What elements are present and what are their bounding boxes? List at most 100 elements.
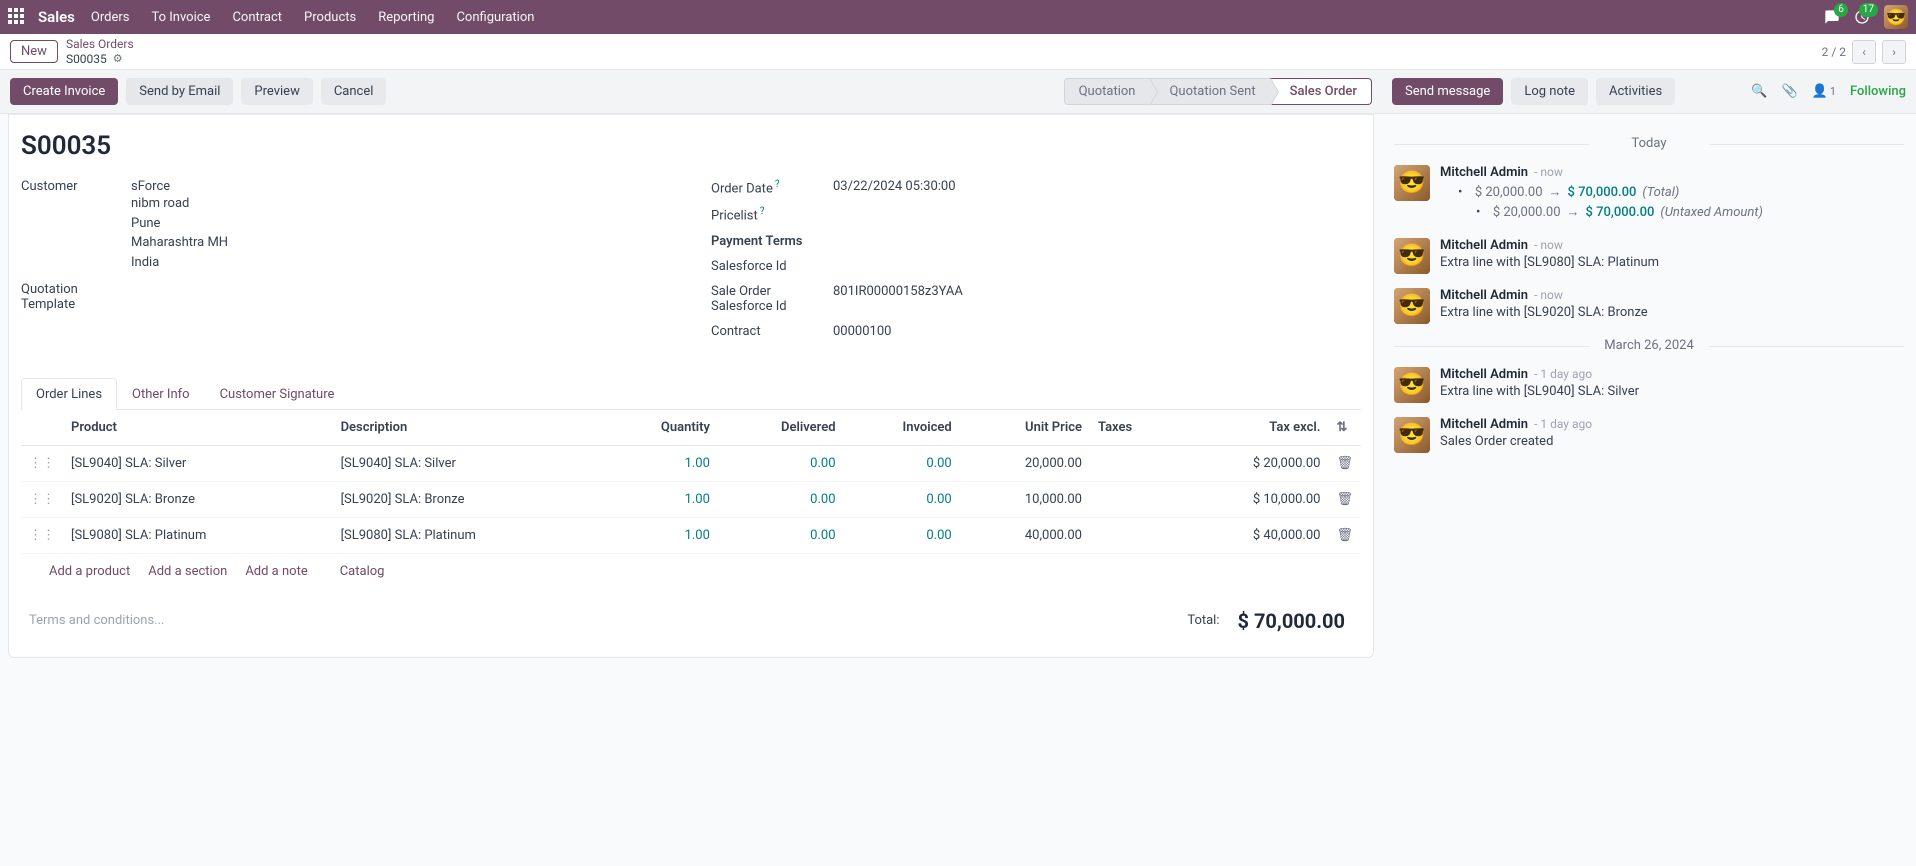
message-avatar[interactable] bbox=[1394, 417, 1430, 453]
table-row[interactable]: ⋮⋮[SL9020] SLA: Bronze[SL9020] SLA: Bron… bbox=[21, 481, 1361, 517]
gear-icon[interactable]: ⚙ bbox=[113, 52, 123, 65]
cell-tax-excl: $ 40,000.00 bbox=[1179, 517, 1328, 553]
message-avatar[interactable] bbox=[1394, 288, 1430, 324]
cell-product[interactable]: [SL9040] SLA: Silver bbox=[63, 445, 333, 481]
status-quotation[interactable]: Quotation bbox=[1064, 78, 1150, 105]
activities-icon[interactable]: 17 bbox=[1854, 9, 1870, 25]
cell-invoiced[interactable]: 0.00 bbox=[844, 517, 960, 553]
salesforce-id-value[interactable] bbox=[833, 259, 1361, 274]
chatter: Today Mitchell Admin- now • $ 20,000.00→… bbox=[1382, 114, 1916, 475]
breadcrumb-parent[interactable]: Sales Orders bbox=[66, 37, 134, 51]
add-note-link[interactable]: Add a note bbox=[245, 564, 307, 579]
status-quotation-sent[interactable]: Quotation Sent bbox=[1149, 78, 1269, 105]
cell-product[interactable]: [SL9020] SLA: Bronze bbox=[63, 481, 333, 517]
cell-delivered[interactable]: 0.00 bbox=[718, 481, 844, 517]
message-author[interactable]: Mitchell Admin bbox=[1440, 417, 1528, 432]
cell-description[interactable]: [SL9040] SLA: Silver bbox=[333, 445, 603, 481]
tab-order-lines[interactable]: Order Lines bbox=[21, 378, 117, 410]
apps-icon[interactable] bbox=[8, 8, 26, 26]
tab-other-info[interactable]: Other Info bbox=[117, 378, 205, 410]
messaging-icon[interactable]: 6 bbox=[1824, 9, 1840, 25]
add-product-link[interactable]: Add a product bbox=[49, 564, 130, 579]
sf-order-label: Sale Order Salesforce Id bbox=[711, 284, 833, 314]
message-author[interactable]: Mitchell Admin bbox=[1440, 238, 1528, 253]
send-message-button[interactable]: Send message bbox=[1392, 78, 1503, 105]
message-author[interactable]: Mitchell Admin bbox=[1440, 288, 1528, 303]
message: Mitchell Admin- now • $ 20,000.00→$ 70,0… bbox=[1394, 165, 1904, 224]
app-brand[interactable]: Sales bbox=[38, 8, 75, 26]
followers-button[interactable]: 👤1 bbox=[1812, 84, 1836, 99]
user-avatar[interactable] bbox=[1884, 5, 1908, 29]
control-panel: New Sales Orders S00035 ⚙ 2 / 2 ‹ › bbox=[0, 34, 1916, 70]
delete-row-icon[interactable]: 🗑 bbox=[1328, 481, 1361, 517]
col-product: Product bbox=[63, 410, 333, 446]
cell-delivered[interactable]: 0.00 bbox=[718, 445, 844, 481]
sf-order-value[interactable]: 801IR00000158z3YAA bbox=[833, 284, 1361, 314]
cell-delivered[interactable]: 0.00 bbox=[718, 517, 844, 553]
status-sales-order[interactable]: Sales Order bbox=[1270, 78, 1372, 105]
activities-button[interactable]: Activities bbox=[1596, 78, 1675, 105]
cell-taxes[interactable] bbox=[1090, 517, 1179, 553]
add-section-link[interactable]: Add a section bbox=[148, 564, 227, 579]
delete-row-icon[interactable]: 🗑 bbox=[1328, 445, 1361, 481]
pricelist-value[interactable] bbox=[833, 206, 1361, 223]
order-date-value[interactable]: 03/22/2024 05:30:00 bbox=[833, 179, 1361, 196]
menu-contract[interactable]: Contract bbox=[232, 10, 282, 25]
new-button[interactable]: New bbox=[10, 40, 58, 63]
menu-to-invoice[interactable]: To Invoice bbox=[151, 10, 210, 25]
drag-handle-icon[interactable]: ⋮⋮ bbox=[21, 517, 63, 553]
cell-taxes[interactable] bbox=[1090, 445, 1179, 481]
message-avatar[interactable] bbox=[1394, 238, 1430, 274]
col-tax-excl: Tax excl. bbox=[1179, 410, 1328, 446]
drag-handle-icon[interactable]: ⋮⋮ bbox=[21, 481, 63, 517]
salesforce-id-label: Salesforce Id bbox=[711, 259, 833, 274]
menu-products[interactable]: Products bbox=[304, 10, 356, 25]
optional-columns-icon[interactable]: ⇅ bbox=[1336, 420, 1347, 435]
date-separator: March 26, 2024 bbox=[1394, 338, 1904, 353]
delete-row-icon[interactable]: 🗑 bbox=[1328, 517, 1361, 553]
preview-button[interactable]: Preview bbox=[241, 78, 312, 105]
cell-quantity[interactable]: 1.00 bbox=[602, 517, 718, 553]
following-button[interactable]: Following bbox=[1850, 84, 1906, 99]
table-row[interactable]: ⋮⋮[SL9040] SLA: Silver[SL9040] SLA: Silv… bbox=[21, 445, 1361, 481]
cell-taxes[interactable] bbox=[1090, 481, 1179, 517]
message-avatar[interactable] bbox=[1394, 165, 1430, 201]
cell-unit-price[interactable]: 10,000.00 bbox=[960, 481, 1090, 517]
cell-unit-price[interactable]: 20,000.00 bbox=[960, 445, 1090, 481]
create-invoice-button[interactable]: Create Invoice bbox=[10, 78, 118, 105]
message-author[interactable]: Mitchell Admin bbox=[1440, 367, 1528, 382]
cell-invoiced[interactable]: 0.00 bbox=[844, 481, 960, 517]
message-avatar[interactable] bbox=[1394, 367, 1430, 403]
help-icon[interactable]: ? bbox=[775, 179, 780, 190]
template-value[interactable] bbox=[131, 282, 671, 312]
catalog-link[interactable]: Catalog bbox=[340, 564, 385, 579]
cell-description[interactable]: [SL9020] SLA: Bronze bbox=[333, 481, 603, 517]
customer-link[interactable]: sForce bbox=[131, 179, 671, 194]
contract-value[interactable]: 00000100 bbox=[833, 324, 1361, 339]
attachment-icon[interactable]: 📎 bbox=[1782, 84, 1798, 99]
tab-customer-signature[interactable]: Customer Signature bbox=[205, 378, 350, 410]
pager-next[interactable]: › bbox=[1882, 40, 1906, 64]
cell-invoiced[interactable]: 0.00 bbox=[844, 445, 960, 481]
table-row[interactable]: ⋮⋮[SL9080] SLA: Platinum[SL9080] SLA: Pl… bbox=[21, 517, 1361, 553]
total-label: Total: bbox=[1187, 613, 1219, 628]
payment-terms-value[interactable] bbox=[833, 234, 1361, 249]
cell-description[interactable]: [SL9080] SLA: Platinum bbox=[333, 517, 603, 553]
menu-reporting[interactable]: Reporting bbox=[378, 10, 434, 25]
cancel-button[interactable]: Cancel bbox=[321, 78, 387, 105]
cell-quantity[interactable]: 1.00 bbox=[602, 445, 718, 481]
drag-handle-icon[interactable]: ⋮⋮ bbox=[21, 445, 63, 481]
message-author[interactable]: Mitchell Admin bbox=[1440, 165, 1528, 180]
search-icon[interactable]: 🔍 bbox=[1751, 84, 1767, 99]
send-email-button[interactable]: Send by Email bbox=[126, 78, 233, 105]
cell-quantity[interactable]: 1.00 bbox=[602, 481, 718, 517]
terms-input[interactable]: Terms and conditions... bbox=[29, 613, 1187, 628]
pager-prev[interactable]: ‹ bbox=[1852, 40, 1876, 64]
menu-orders[interactable]: Orders bbox=[91, 10, 130, 25]
help-icon[interactable]: ? bbox=[760, 206, 765, 217]
cell-unit-price[interactable]: 40,000.00 bbox=[960, 517, 1090, 553]
cell-product[interactable]: [SL9080] SLA: Platinum bbox=[63, 517, 333, 553]
menu-configuration[interactable]: Configuration bbox=[456, 10, 534, 25]
log-note-button[interactable]: Log note bbox=[1511, 78, 1588, 105]
col-taxes: Taxes bbox=[1090, 410, 1179, 446]
